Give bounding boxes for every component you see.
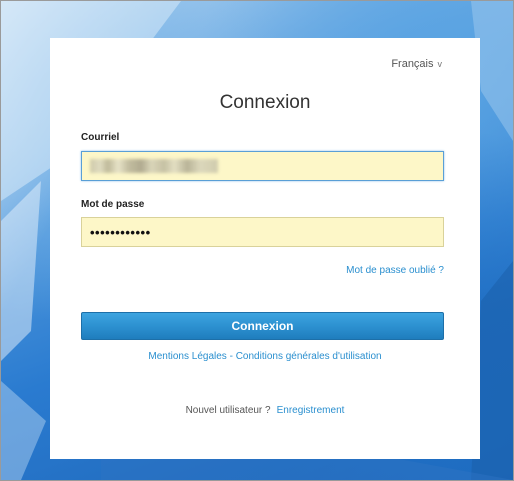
password-value: ••••••••••••	[90, 224, 151, 240]
login-button[interactable]: Connexion	[81, 312, 444, 340]
legal-notices-link[interactable]: Mentions Légales	[148, 351, 226, 362]
email-label: Courriel	[81, 132, 120, 143]
new-user-row: Nouvel utilisateur ? Enregistrement	[50, 405, 480, 416]
chevron-down-icon: v	[437, 59, 443, 69]
language-selector[interactable]: Français v	[391, 58, 442, 70]
new-user-text: Nouvel utilisateur ?	[185, 405, 271, 416]
legal-separator: -	[226, 351, 236, 362]
language-label: Français	[391, 58, 434, 70]
register-link[interactable]: Enregistrement	[277, 405, 345, 416]
login-button-label: Connexion	[231, 319, 294, 333]
forgot-password-link[interactable]: Mot de passe oublié ?	[346, 265, 444, 276]
legal-links: Mentions Légales - Conditions générales …	[50, 351, 480, 362]
email-value-redacted	[90, 159, 218, 173]
login-card: Français v Connexion Courriel Mot de pass…	[50, 38, 480, 459]
password-label: Mot de passe	[81, 199, 145, 210]
page-title: Connexion	[219, 92, 311, 113]
email-field[interactable]	[81, 151, 444, 181]
password-field[interactable]: ••••••••••••	[81, 217, 444, 247]
screenshot-frame: Français v Connexion Courriel Mot de pass…	[0, 0, 514, 481]
terms-link[interactable]: Conditions générales d'utilisation	[236, 351, 382, 362]
